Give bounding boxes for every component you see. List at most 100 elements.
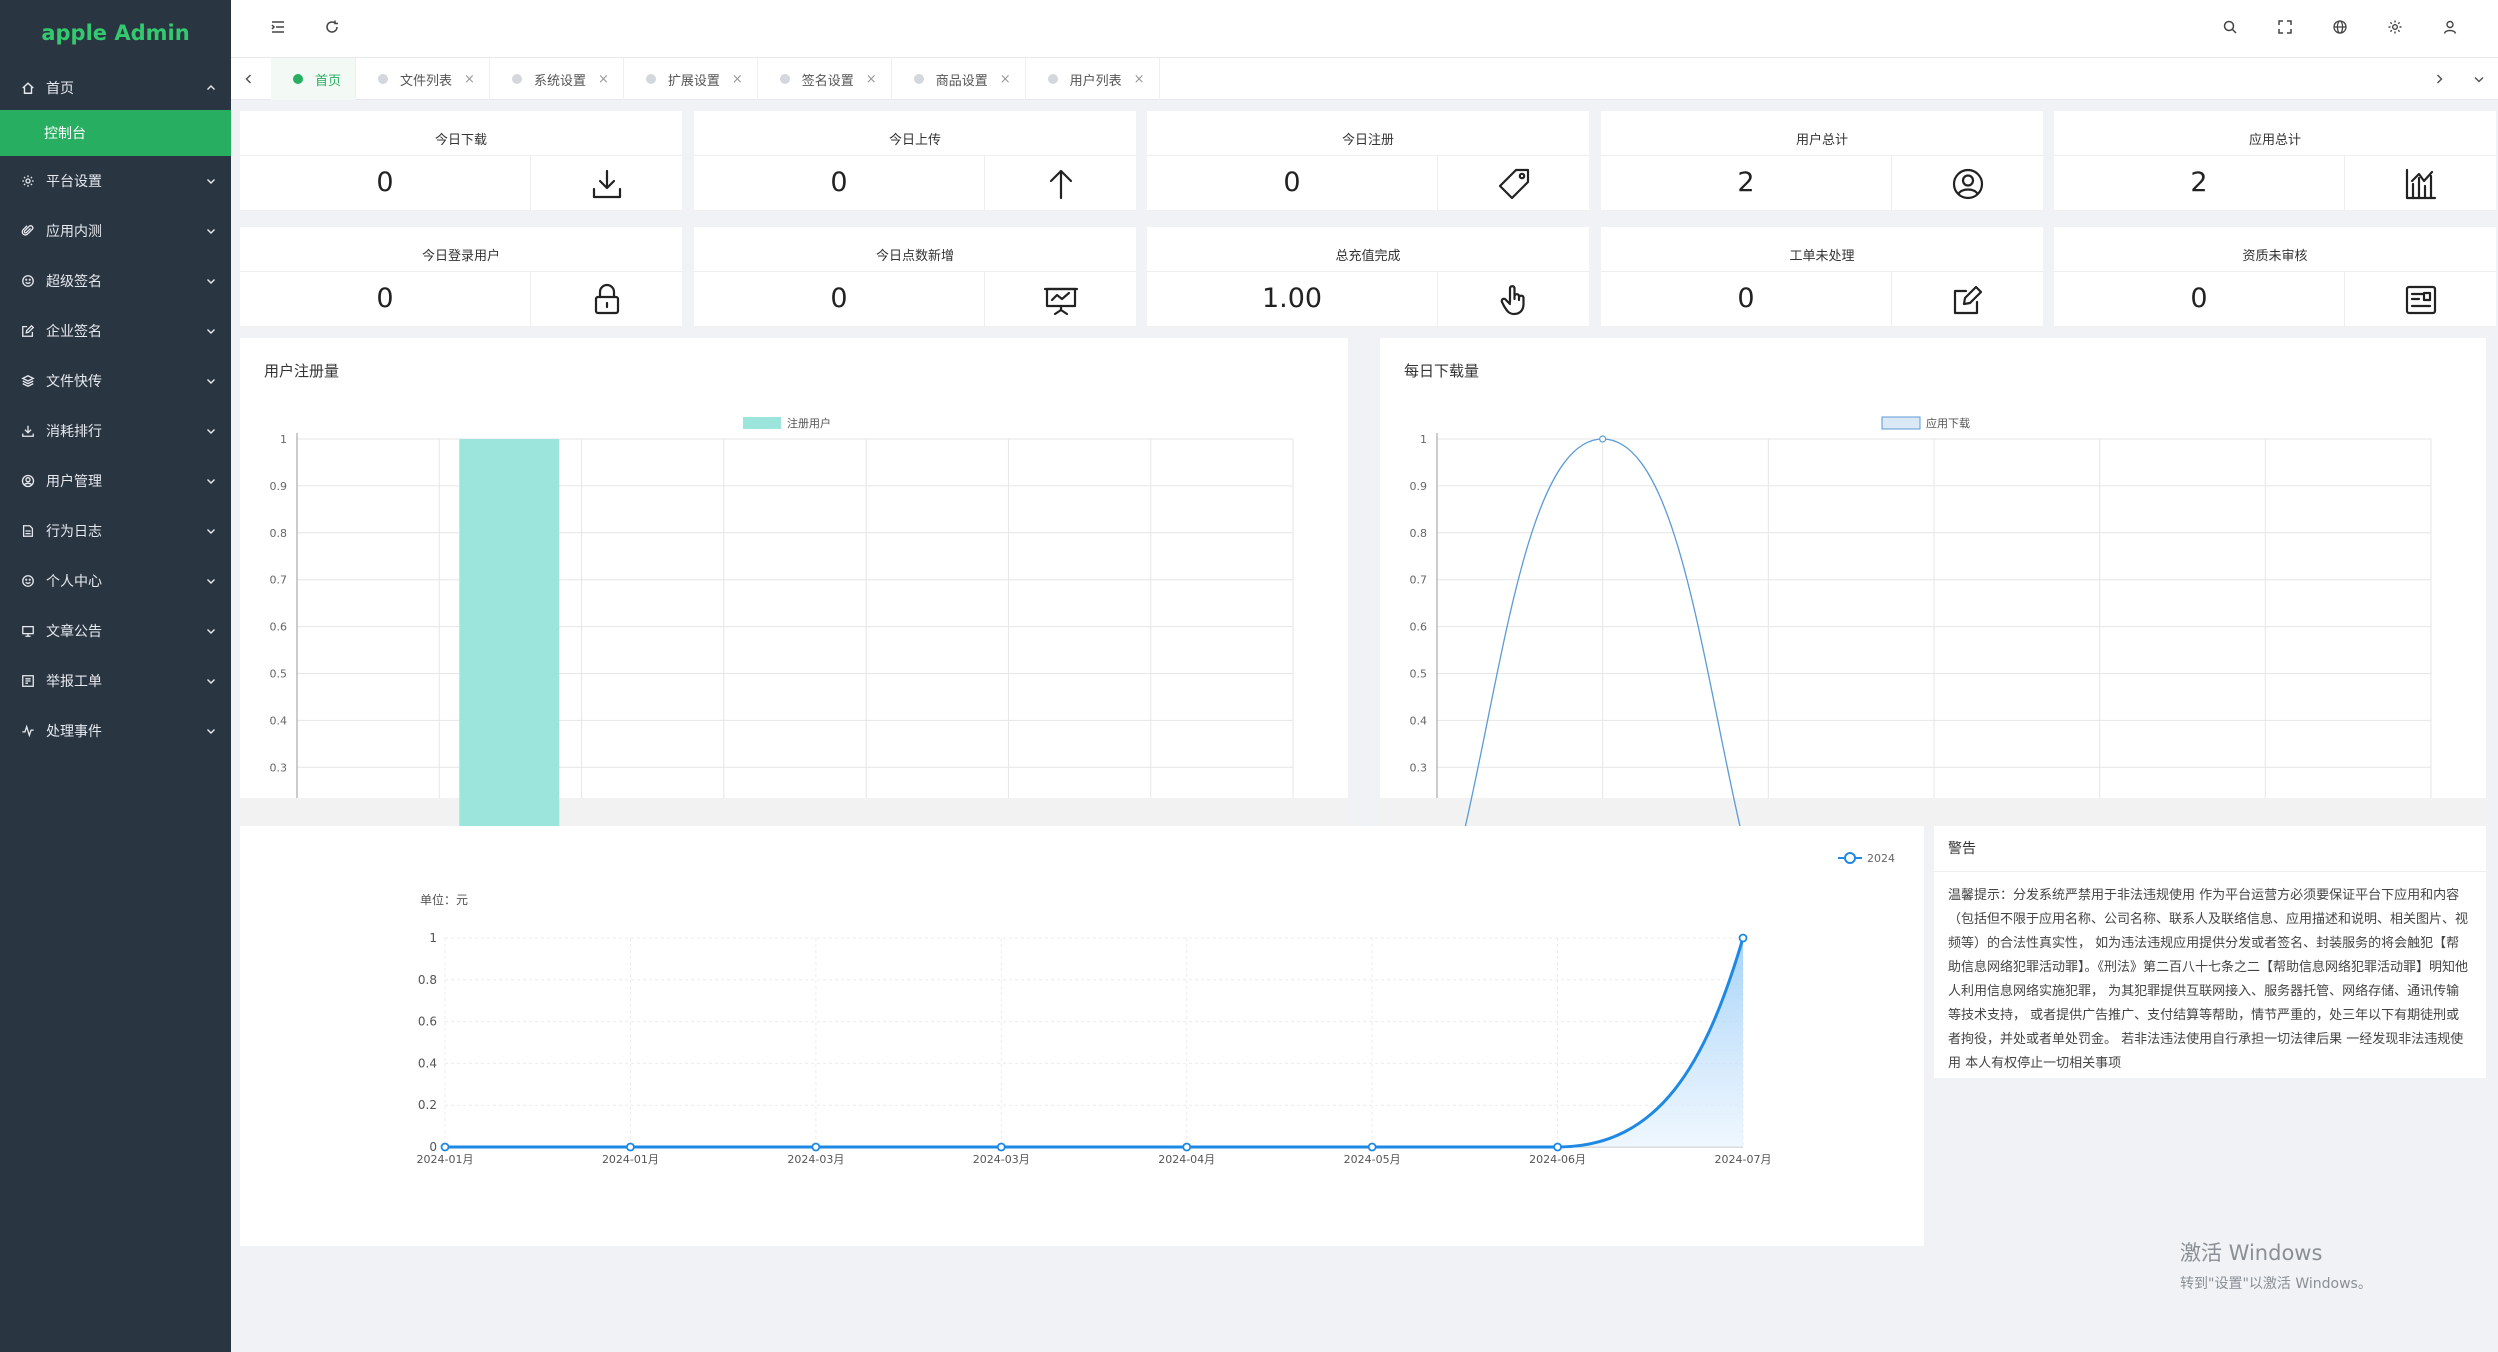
tab-status-dot (378, 74, 389, 84)
sidebar: apple Admin 首页 控制台 平台设置应用内测超级签名 企业签名 文件快传消… (0, 0, 231, 1352)
sidebar-item-label: 个人中心 (46, 574, 102, 590)
user-circle-icon (1891, 155, 2043, 211)
chart-bottom-band (1380, 798, 2486, 828)
menu-fold-icon (270, 19, 286, 39)
smile-icon (20, 573, 36, 589)
legend-swatch (1881, 416, 1921, 430)
tab-status-dot (645, 74, 656, 84)
sidebar-item-label: 平台设置 (46, 174, 102, 190)
y-tick-label: 0.4 (418, 1056, 437, 1070)
legend-marker (1844, 852, 1856, 864)
register-chart-panel: 用户注册量 0.20.30.40.50.60.70.80.91注册用户 (240, 338, 1348, 828)
data-point (811, 1142, 821, 1152)
y-tick-label: 0.5 (1410, 668, 1428, 681)
refresh-button[interactable] (321, 18, 343, 40)
tab-1[interactable]: 文件列表 × (356, 58, 490, 100)
sidebar-subitem-console[interactable]: 控制台 (0, 110, 231, 156)
sidebar-item-label: 应用内测 (46, 224, 102, 240)
y-tick-label: 0.5 (270, 668, 288, 681)
tab-label: 签名设置 (801, 73, 854, 89)
sidebar-item-home[interactable]: 首页 (0, 66, 231, 110)
close-icon[interactable]: × (1000, 72, 1011, 87)
revenue-chart-panel: 0 0.2 0.4 0.6 0.8 1 2024-01月 2024-01月 2024-03月 20… (240, 826, 1924, 1246)
y-tick-label: 0.6 (270, 621, 288, 634)
chevron-down-icon (2473, 70, 2485, 89)
sidebar-item-1[interactable]: 应用内测 (0, 206, 231, 256)
data-point (1553, 1142, 1562, 1152)
tab-6[interactable]: 用户列表 × (1026, 58, 1160, 100)
sidebar-item-label: 用户管理 (46, 474, 102, 490)
chart-bottom-band (240, 798, 1348, 828)
sidebar-item-6[interactable]: 用户管理 (0, 456, 231, 506)
sidebar-item-label: 处理事件 (46, 724, 102, 740)
language-button[interactable] (2329, 18, 2351, 40)
stat-title: 资质未审核 (2242, 249, 2308, 264)
stat-card: 总充值完成 1.00 (1147, 227, 1589, 327)
tabs-bar: 首页 文件列表 × 系统设置 × 扩展设置 × 签名设置 × 商品设置 × 用户列表 × (231, 58, 2498, 100)
warning-text: 温馨提示：分发系统严禁用于非法违规使用 作为平台运营方必须要保证平台下应用和内容… (1948, 888, 2469, 1071)
daily-download-chart-panel: 每日下载量 0.20.30.40.50.60.70.80.91应用下载 (1380, 338, 2486, 828)
stat-value: 0 (1737, 283, 1755, 314)
tabs-dropdown-button[interactable] (2461, 58, 2497, 100)
stat-title: 今日登录用户 (421, 249, 500, 264)
close-icon[interactable]: × (464, 72, 475, 87)
user-icon (2442, 19, 2458, 39)
sidebar-item-0[interactable]: 平台设置 (0, 156, 231, 206)
close-icon[interactable]: × (1134, 72, 1145, 87)
menu-toggle-button[interactable] (267, 18, 289, 40)
close-icon[interactable]: × (866, 72, 877, 87)
y-tick-label: 0.9 (1410, 480, 1428, 493)
smile-icon (20, 273, 36, 289)
sidebar-item-7[interactable]: 行为日志 (0, 506, 231, 556)
y-tick-label: 0.8 (1410, 527, 1428, 540)
x-tick-label: 2024-06月 (1529, 1153, 1586, 1166)
sidebar-item-8[interactable]: 个人中心 (0, 556, 231, 606)
watermark-line1: 激活 Windows (2180, 1241, 2323, 1265)
search-button[interactable] (2219, 18, 2241, 40)
sidebar-item-4[interactable]: 文件快传 (0, 356, 231, 406)
layers-icon (20, 373, 36, 389)
stat-card: 资质未审核 0 (2054, 227, 2496, 327)
y-tick-label: 0.4 (1410, 714, 1428, 727)
stat-card: 今日下载 0 (240, 111, 682, 211)
sidebar-item-5[interactable]: 消耗排行 (0, 406, 231, 456)
sidebar-item-2[interactable]: 超级签名 (0, 256, 231, 306)
sidebar-item-9[interactable]: 文章公告 (0, 606, 231, 656)
settings-button[interactable] (2384, 18, 2406, 40)
y-tick-label: 0.2 (418, 1098, 437, 1112)
bar (459, 439, 560, 828)
tabs-scroll-left-button[interactable] (231, 58, 267, 100)
download-icon (20, 423, 36, 439)
y-tick-label: 0.3 (270, 761, 288, 774)
series-line (445, 937, 1745, 1149)
stat-title: 用户总计 (1795, 133, 1848, 148)
stat-title: 今日下载 (434, 133, 487, 148)
stat-title: 今日注册 (1341, 133, 1394, 148)
tab-5[interactable]: 商品设置 × (892, 58, 1026, 100)
x-tick-label: 2024-03月 (973, 1153, 1030, 1166)
tabs-scroll-right-button[interactable] (2421, 58, 2457, 100)
download-icon (530, 155, 682, 211)
tab-2[interactable]: 系统设置 × (490, 58, 624, 100)
chevron-up-icon (205, 82, 217, 94)
user-button[interactable] (2439, 18, 2461, 40)
fullscreen-button[interactable] (2274, 18, 2296, 40)
sidebar-item-label: 行为日志 (46, 524, 102, 540)
tab-0[interactable]: 首页 (271, 58, 357, 100)
tab-4[interactable]: 签名设置 × (758, 58, 892, 100)
close-icon[interactable]: × (732, 72, 743, 87)
close-icon[interactable]: × (598, 72, 609, 87)
pulse-icon (20, 723, 36, 739)
data-point (1599, 435, 1607, 443)
brand-logo[interactable]: apple Admin (0, 0, 231, 66)
stat-card: 今日上传 0 (694, 111, 1136, 211)
tab-3[interactable]: 扩展设置 × (624, 58, 758, 100)
chevron-down-icon (205, 175, 217, 187)
stat-title: 今日上传 (888, 133, 941, 148)
legend-label: 应用下载 (1926, 416, 1970, 430)
series-area (445, 938, 1743, 1147)
tag-icon (1437, 155, 1589, 211)
sidebar-item-11[interactable]: 处理事件 (0, 706, 231, 756)
sidebar-item-10[interactable]: 举报工单 (0, 656, 231, 706)
sidebar-item-3[interactable]: 企业签名 (0, 306, 231, 356)
